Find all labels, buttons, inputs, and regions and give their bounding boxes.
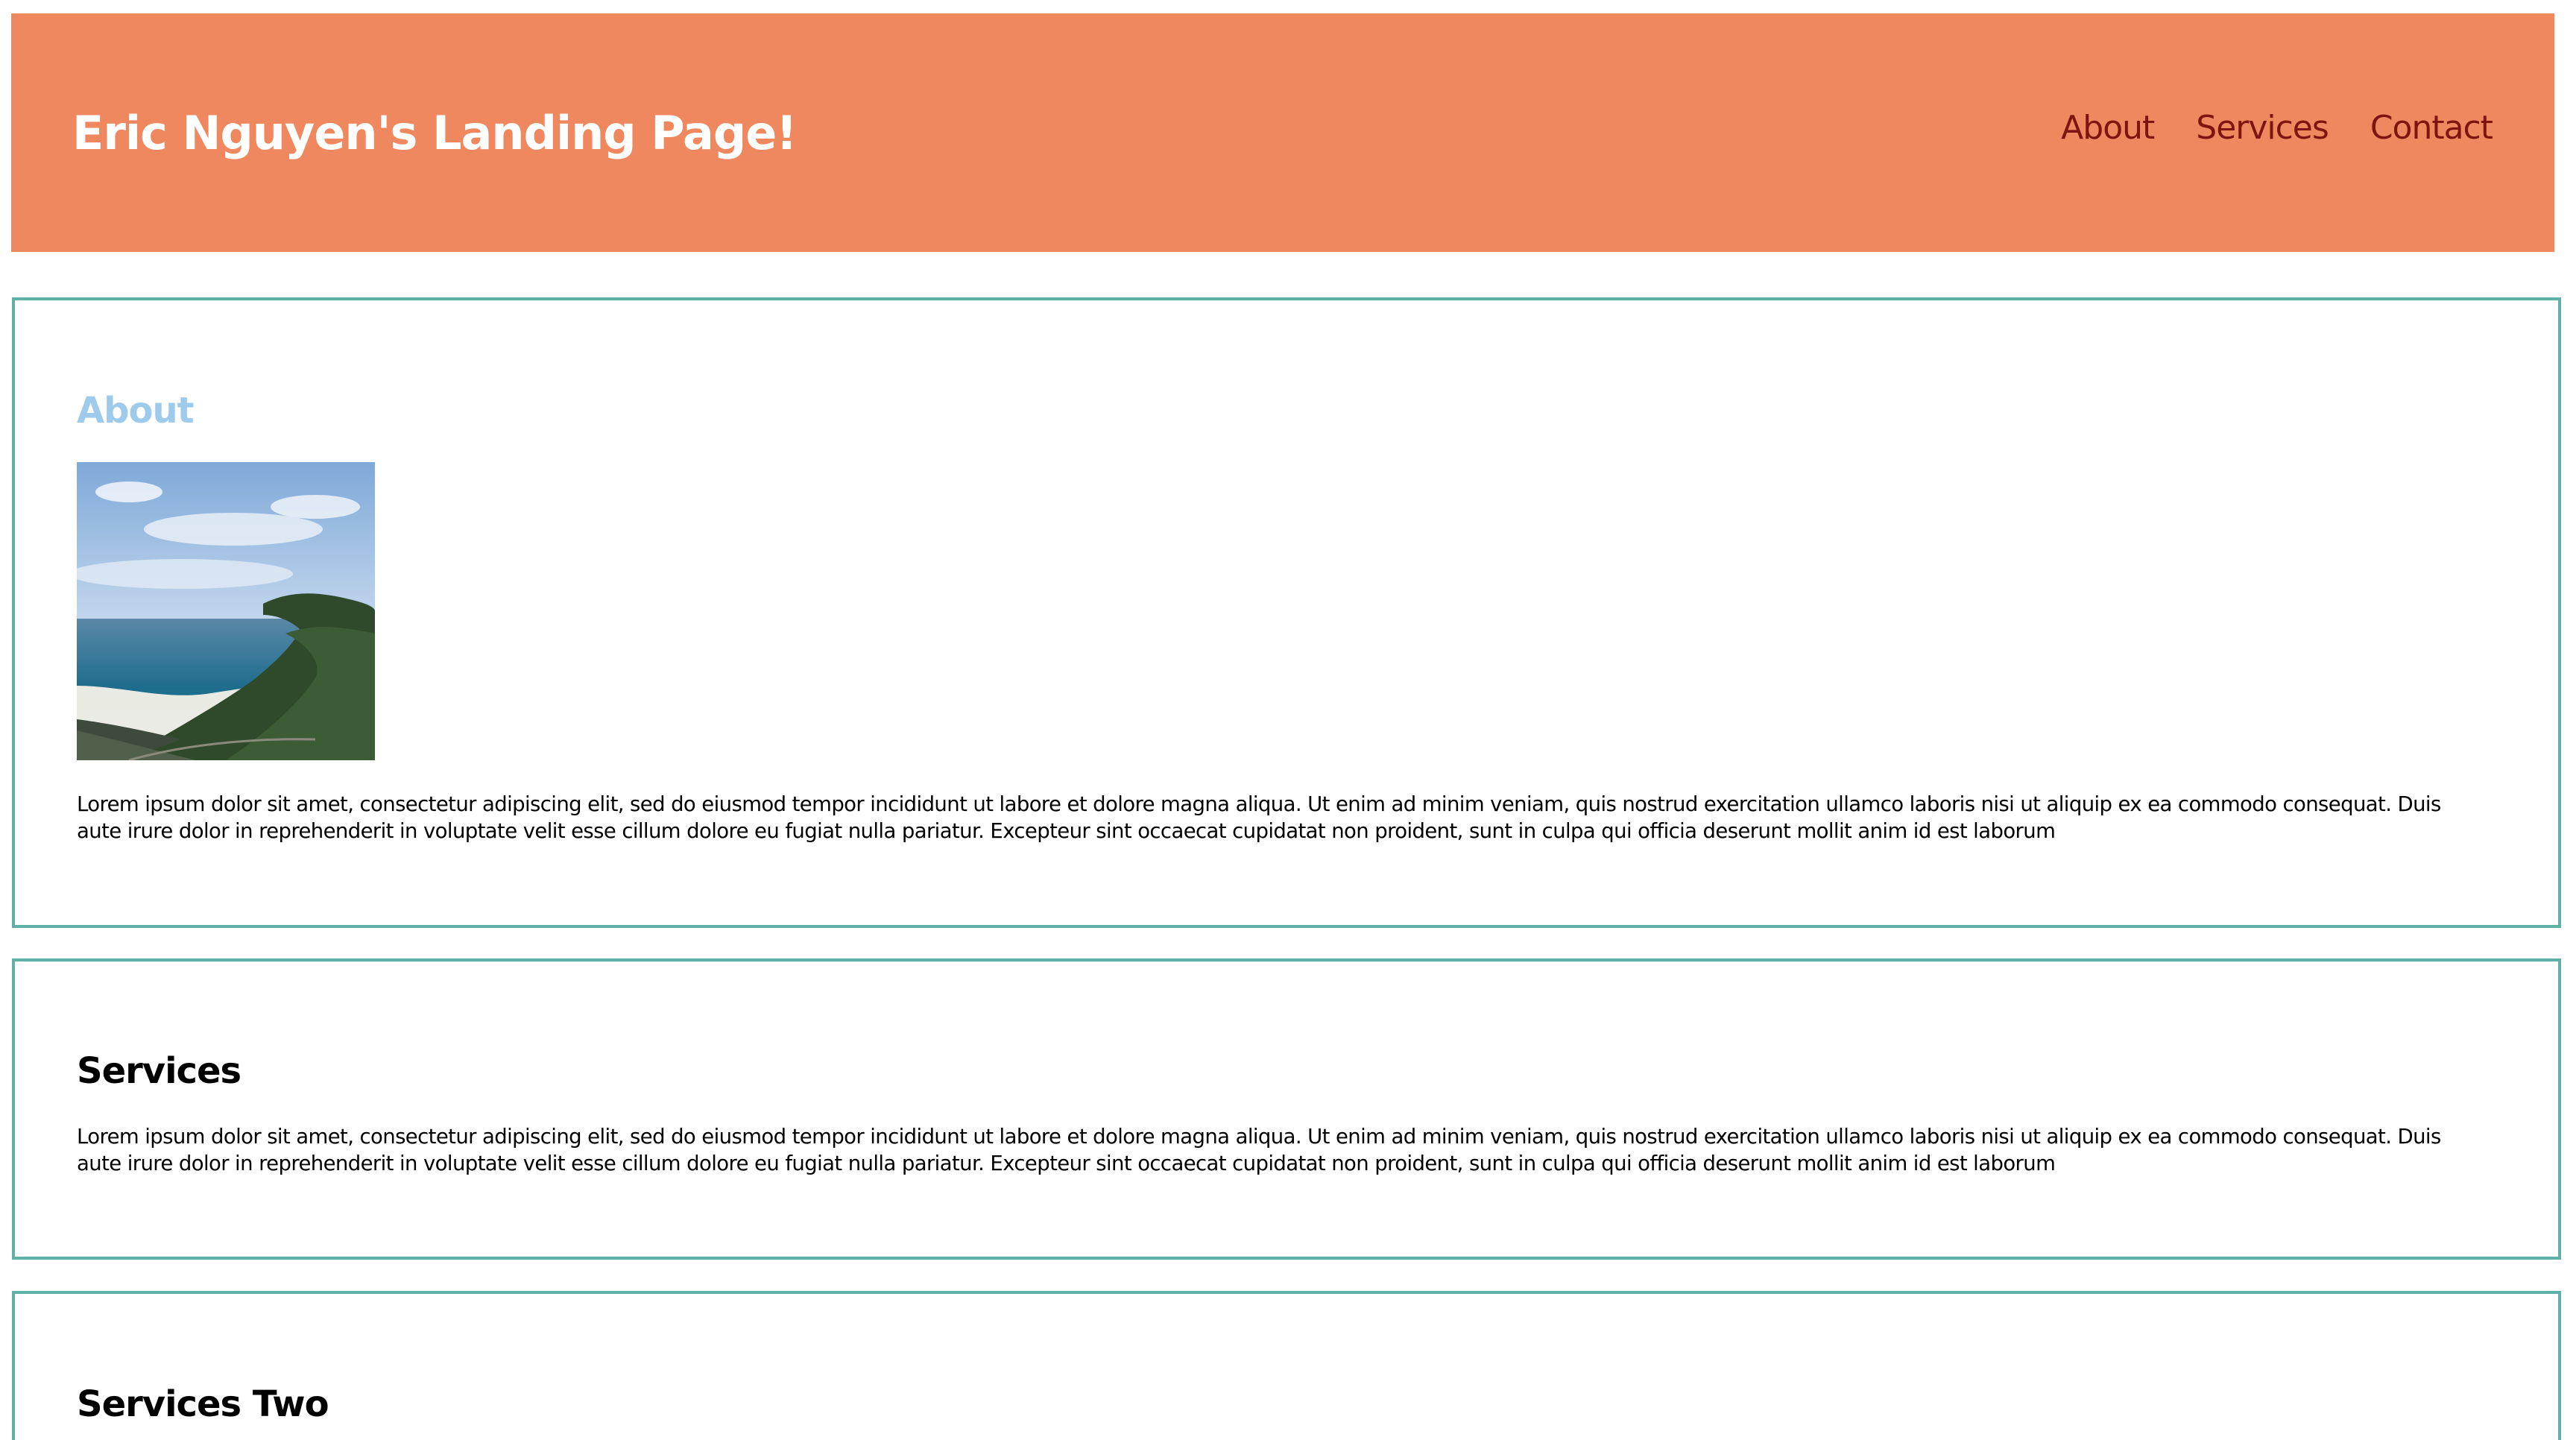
about-section: About Lorem ipsum dolor sit amet, consec… [12,297,2561,928]
services-text: Lorem ipsum dolor sit amet, consectetur … [77,1125,2441,1175]
services-two-section: Services Two [12,1291,2561,1440]
coastal-landscape-photo [77,462,375,760]
site-title: Eric Nguyen's Landing Page! [72,106,798,160]
services-heading: Services [77,1050,242,1092]
site-header: Eric Nguyen's Landing Page! About Servic… [11,13,2554,252]
main-nav: About Services Contact [2061,112,2493,145]
nav-link-about[interactable]: About [2061,112,2155,145]
about-heading: About [77,390,195,432]
services-section: Services Lorem ipsum dolor sit amet, con… [12,959,2561,1260]
nav-link-contact[interactable]: Contact [2370,112,2493,145]
about-text: Lorem ipsum dolor sit amet, consectetur … [77,792,2441,843]
services-two-heading: Services Two [77,1383,329,1425]
nav-link-services[interactable]: Services [2196,112,2329,145]
